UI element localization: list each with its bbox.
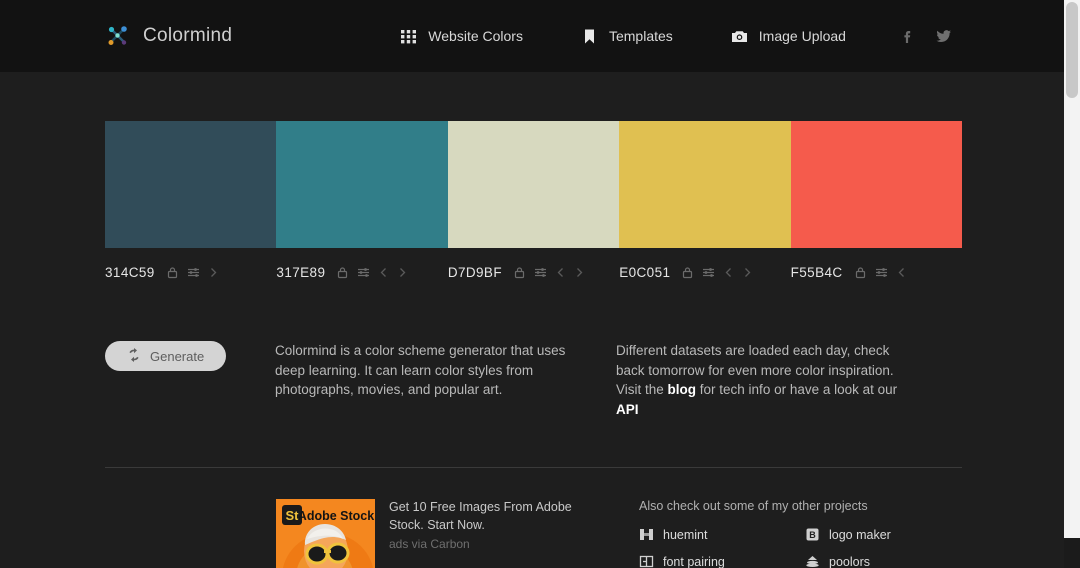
nav-item-image-upload[interactable]: Image Upload	[731, 28, 846, 45]
lock-icon[interactable]	[854, 266, 867, 279]
camera-icon	[731, 28, 748, 45]
projects-grid: huemint B logo maker font pairing poolor…	[639, 527, 971, 568]
sliders-icon[interactable]	[187, 266, 200, 279]
lock-icon[interactable]	[336, 266, 349, 279]
lock-icon[interactable]	[681, 266, 694, 279]
info-row: Generate Colormind is a color scheme gen…	[105, 341, 962, 419]
social-links	[900, 28, 952, 44]
scrollbar-corner	[1064, 538, 1080, 568]
sliders-icon[interactable]	[357, 266, 370, 279]
main-nav: Website Colors Templates Image Upload	[400, 28, 846, 45]
prev-color-icon[interactable]	[555, 266, 566, 279]
palette-swatches	[105, 121, 963, 248]
refresh-icon	[127, 347, 141, 365]
prev-color-icon[interactable]	[896, 266, 907, 279]
swatch-controls-3: E0C051	[619, 262, 790, 282]
sliders-icon[interactable]	[534, 266, 547, 279]
swatch-1[interactable]	[276, 121, 448, 248]
sliders-icon[interactable]	[875, 266, 888, 279]
section-divider	[105, 467, 962, 468]
swatch-controls-4: F55B4C	[791, 262, 962, 282]
next-color-icon[interactable]	[397, 266, 408, 279]
twitter-icon[interactable]	[936, 28, 952, 44]
brand[interactable]: Colormind	[105, 23, 232, 49]
next-color-icon[interactable]	[574, 266, 585, 279]
scrollbar-thumb[interactable]	[1066, 2, 1078, 98]
ad-text: Get 10 Free Images From Adobe Stock. Sta…	[389, 499, 601, 568]
hex-label-2[interactable]: D7D9BF	[448, 265, 502, 280]
site-header: Colormind Website Colors Templates Image…	[0, 0, 1064, 72]
swatch-controls-2: D7D9BF	[448, 262, 619, 282]
hex-label-1[interactable]: 317E89	[276, 265, 325, 280]
brand-name: Colormind	[143, 25, 233, 46]
sliders-icon[interactable]	[702, 266, 715, 279]
project-link-huemint[interactable]: huemint	[639, 527, 805, 542]
other-projects: Also check out some of my other projects	[639, 499, 971, 568]
logo-maker-icon: B	[805, 527, 820, 542]
page-root: Colormind Website Colors Templates Image…	[0, 0, 1080, 568]
api-link[interactable]: API	[616, 402, 639, 417]
browser-viewport: Colormind Website Colors Templates Image…	[0, 0, 1064, 568]
project-link-poolors[interactable]: poolors	[805, 554, 971, 568]
carbon-ad: St Adobe Stock Get 10 Free Images From A…	[276, 499, 601, 568]
swatch-4[interactable]	[790, 121, 963, 248]
hex-label-0[interactable]: 314C59	[105, 265, 155, 280]
colormind-logo-icon	[105, 23, 131, 49]
huemint-icon	[639, 527, 654, 542]
lock-icon[interactable]	[166, 266, 179, 279]
project-label-huemint: huemint	[663, 527, 708, 542]
svg-text:Adobe Stock: Adobe Stock	[298, 509, 374, 523]
prev-color-icon[interactable]	[378, 266, 389, 279]
generate-label: Generate	[150, 348, 205, 364]
project-label-logo-maker: logo maker	[829, 527, 891, 542]
blog-link[interactable]: blog	[668, 382, 697, 397]
datasets-paragraph: Different datasets are loaded each day, …	[616, 341, 916, 419]
generate-button[interactable]: Generate	[105, 341, 227, 371]
generate-column: Generate	[105, 341, 275, 419]
nav-label-website-colors: Website Colors	[428, 28, 523, 44]
swatch-3[interactable]	[619, 121, 791, 248]
palette-controls: 314C59 317E89 D7D9BF E0C051 F55B4C	[105, 262, 962, 282]
project-link-logo-maker[interactable]: B logo maker	[805, 527, 971, 542]
next-color-icon[interactable]	[208, 266, 219, 279]
adobe-stock-ad-image[interactable]: St Adobe Stock	[276, 499, 375, 568]
project-label-font-pairing: font pairing	[663, 554, 725, 568]
vertical-scrollbar[interactable]	[1064, 0, 1080, 568]
projects-title: Also check out some of my other projects	[639, 499, 868, 513]
bookmark-icon	[581, 28, 598, 45]
datasets-text-2: for tech info or have a look at our	[696, 382, 898, 397]
facebook-icon[interactable]	[900, 28, 916, 44]
grid-icon	[400, 28, 417, 45]
swatch-controls-0: 314C59	[105, 262, 276, 282]
lock-icon[interactable]	[513, 266, 526, 279]
hex-label-3[interactable]: E0C051	[619, 265, 670, 280]
main-content: 314C59 317E89 D7D9BF E0C051 F55B4C Gener…	[0, 121, 1064, 568]
nav-label-templates: Templates	[608, 28, 673, 44]
hex-label-4[interactable]: F55B4C	[791, 265, 843, 280]
nav-item-website-colors[interactable]: Website Colors	[400, 28, 523, 45]
swatch-2[interactable]	[447, 121, 620, 248]
prev-color-icon[interactable]	[723, 266, 734, 279]
about-paragraph: Colormind is a color scheme generator th…	[275, 343, 566, 397]
next-color-icon[interactable]	[742, 266, 753, 279]
ad-attribution[interactable]: ads via Carbon	[389, 537, 601, 551]
swatch-0[interactable]	[105, 121, 277, 248]
swatch-controls-1: 317E89	[276, 262, 447, 282]
site-footer: St Adobe Stock Get 10 Free Images From A…	[105, 499, 962, 568]
nav-label-image-upload: Image Upload	[758, 28, 846, 44]
project-label-poolors: poolors	[829, 554, 870, 568]
font-pairing-icon	[639, 554, 654, 568]
ad-headline[interactable]: Get 10 Free Images From Adobe Stock. Sta…	[389, 499, 601, 534]
nav-item-templates[interactable]: Templates	[581, 28, 673, 45]
poolors-icon	[805, 554, 820, 568]
project-link-font-pairing[interactable]: font pairing	[639, 554, 805, 568]
svg-text:B: B	[809, 530, 816, 540]
